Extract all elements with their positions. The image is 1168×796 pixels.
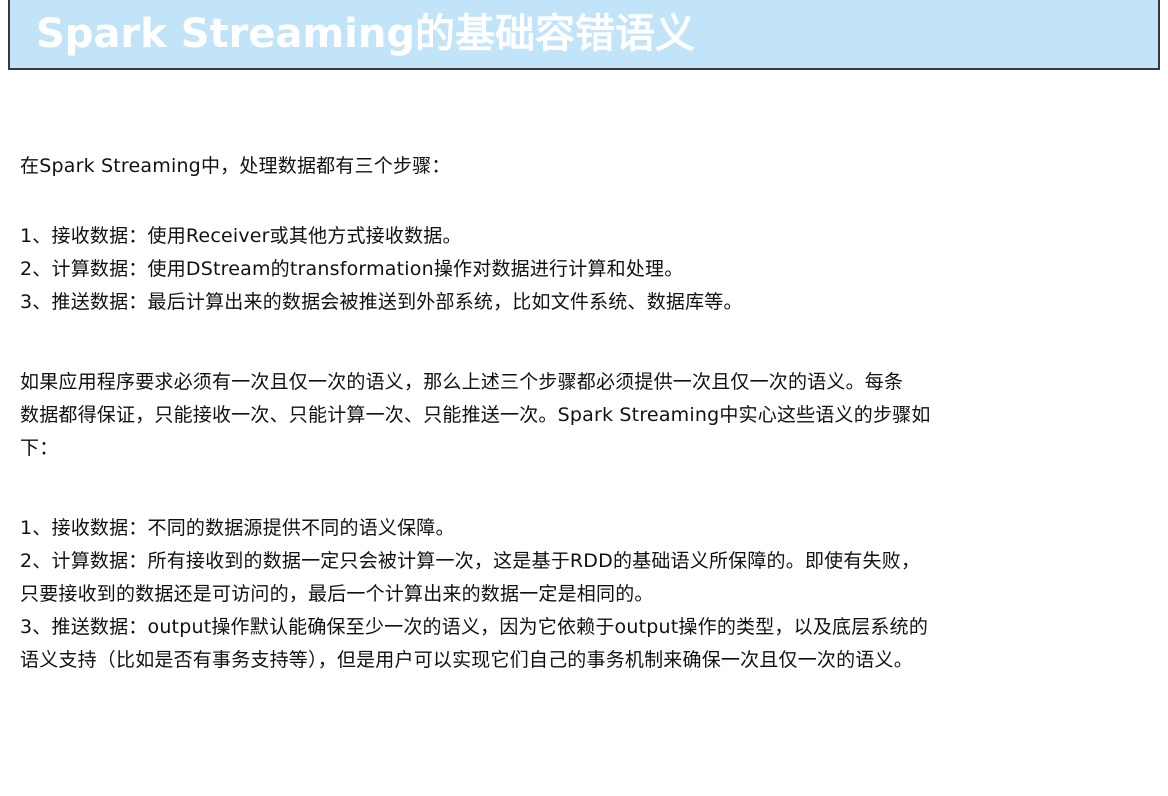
intro-text: 在Spark Streaming中，处理数据都有三个步骤： (20, 155, 451, 177)
paragraph-line: 如果应用程序要求必须有一次且仅一次的语义，那么上述三个步骤都必须提供一次且仅一次… (20, 371, 904, 393)
page: Spark Streaming的基础容错语义 在Spark Streaming中… (0, 0, 1168, 796)
title-banner: Spark Streaming的基础容错语义 (8, 0, 1160, 70)
detail-line: 3、推送数据：output操作默认能确保至少一次的语义，因为它依赖于output… (20, 616, 929, 638)
step-item: 2、计算数据：使用DStream的transformation操作对数据进行计算… (20, 258, 684, 280)
page-title: Spark Streaming的基础容错语义 (36, 11, 695, 57)
step-item: 1、接收数据：使用Receiver或其他方式接收数据。 (20, 225, 462, 247)
detail-line: 1、接收数据：不同的数据源提供不同的语义保障。 (20, 517, 455, 539)
paragraph-line: 下： (20, 437, 59, 459)
paragraph-line: 数据都得保证，只能接收一次、只能计算一次、只能推送一次。Spark Stream… (20, 404, 931, 426)
details-list: 1、接收数据：不同的数据源提供不同的语义保障。 2、计算数据：所有接收到的数据一… (20, 512, 1150, 677)
semantics-paragraph: 如果应用程序要求必须有一次且仅一次的语义，那么上述三个步骤都必须提供一次且仅一次… (20, 366, 1150, 465)
article-body: 在Spark Streaming中，处理数据都有三个步骤： 1、接收数据：使用R… (20, 150, 1150, 677)
detail-line: 语义支持（比如是否有事务支持等），但是用户可以实现它们自己的事务机制来确保一次且… (20, 649, 913, 671)
detail-line: 只要接收到的数据还是可访问的，最后一个计算出来的数据一定是相同的。 (20, 583, 654, 605)
step-item: 3、推送数据：最后计算出来的数据会被推送到外部系统，比如文件系统、数据库等。 (20, 291, 743, 313)
detail-line: 2、计算数据：所有接收到的数据一定只会被计算一次，这是基于RDD的基础语义所保障… (20, 550, 921, 572)
steps-list: 1、接收数据：使用Receiver或其他方式接收数据。 2、计算数据：使用DSt… (20, 220, 1150, 319)
